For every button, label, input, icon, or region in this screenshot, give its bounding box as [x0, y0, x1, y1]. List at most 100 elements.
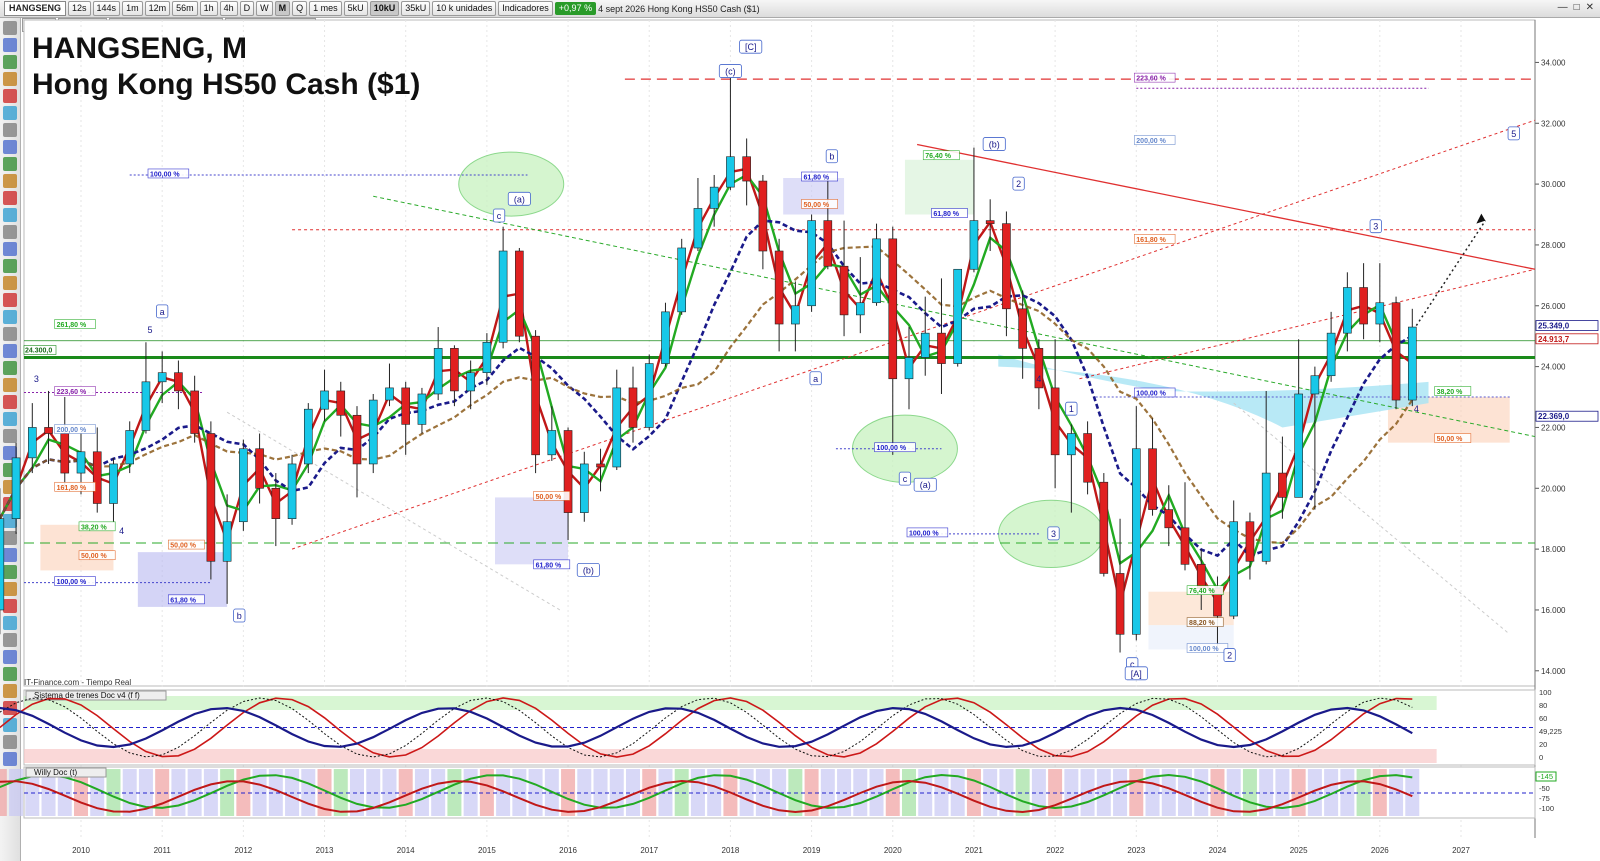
y-tick-label: 32.000 — [1541, 119, 1566, 128]
candle-body — [515, 250, 524, 337]
candle-body — [498, 250, 508, 343]
candle-body — [222, 521, 232, 562]
price-label: 24.913,7 — [1538, 335, 1570, 344]
candle-body — [1180, 527, 1190, 565]
candle-body — [628, 387, 638, 428]
candle-body — [644, 363, 654, 428]
candle-body — [953, 268, 963, 364]
candle-body — [1407, 326, 1417, 401]
fib-label: 50,00 % — [536, 494, 562, 501]
candle-body — [1375, 302, 1385, 325]
osc-tick-label: 0 — [1539, 753, 1543, 762]
candle-body — [320, 390, 329, 410]
wave-label: 4 — [119, 526, 124, 536]
candle-body — [596, 463, 605, 468]
fib-label: 88,20 % — [1189, 620, 1215, 627]
candle-body — [872, 238, 881, 304]
fib-label: 50,00 % — [1437, 436, 1463, 443]
x-tick-label: 2017 — [640, 846, 658, 855]
wave-label: 2 — [1016, 179, 1021, 189]
candle-body — [1326, 332, 1336, 377]
willy-value: -145 — [1538, 772, 1553, 781]
wave-label: 4 — [1036, 374, 1041, 384]
candle-body — [1245, 521, 1255, 562]
y-tick-label: 26.000 — [1541, 302, 1566, 311]
y-tick-label: 28.000 — [1541, 241, 1566, 250]
candle-body — [433, 348, 443, 395]
candle-body — [174, 372, 183, 392]
candle-body — [76, 451, 86, 474]
x-tick-label: 2020 — [884, 846, 902, 855]
candle-body — [693, 208, 703, 249]
candle-body — [482, 341, 492, 373]
fib-zone — [495, 497, 569, 565]
candle-body — [1148, 448, 1157, 510]
candle-body — [401, 387, 411, 425]
candle-body — [1131, 448, 1141, 635]
fib-label: 100,00 % — [150, 171, 180, 178]
candle-body — [1343, 287, 1352, 334]
candle-body — [579, 463, 589, 513]
fib-label: 261,80 % — [57, 322, 87, 329]
y-tick-label: 18.000 — [1541, 545, 1566, 554]
fib-label: 223,60 % — [1136, 76, 1166, 83]
candle-body — [417, 393, 427, 425]
panel-title: Willy Doc (t) — [34, 768, 77, 777]
candle-body — [141, 381, 151, 431]
candle-body — [109, 463, 118, 504]
candle-body — [271, 487, 281, 519]
wave-label: 4 — [1414, 404, 1419, 414]
candle-body — [1229, 521, 1239, 617]
y-tick-label: 14.000 — [1541, 667, 1566, 676]
wave-label: (a) — [920, 480, 931, 490]
candle-body — [677, 247, 687, 313]
price-label: 22.369,0 — [1538, 412, 1570, 421]
candle-body — [255, 448, 264, 489]
x-tick-label: 2024 — [1209, 846, 1227, 855]
candle-body — [1115, 573, 1125, 635]
fib-label: 61,80 % — [803, 175, 829, 182]
candle-body — [157, 372, 167, 383]
chart-title: HANGSENG, M — [32, 32, 248, 65]
wave-label: 1 — [1069, 404, 1074, 414]
osc-tick-label: 49,225 — [1539, 727, 1562, 736]
candle-body — [791, 305, 800, 325]
candle-body — [239, 448, 248, 523]
oversold-zone — [24, 749, 1437, 763]
candle-body — [726, 156, 735, 188]
candle-body — [450, 348, 459, 392]
fib-label: 200,00 % — [57, 427, 87, 434]
fib-zone — [783, 178, 845, 215]
fib-label: 61,80 % — [170, 597, 196, 604]
x-tick-label: 2025 — [1290, 846, 1308, 855]
fib-zone — [40, 524, 114, 571]
osc-tick-label: -50 — [1539, 784, 1550, 793]
x-tick-label: 2012 — [234, 846, 252, 855]
candle-body — [352, 414, 362, 465]
osc-tick-label: 100 — [1539, 688, 1552, 697]
candle-body — [888, 238, 898, 380]
x-tick-label: 2022 — [1046, 846, 1064, 855]
osc-tick-label: -75 — [1539, 794, 1550, 803]
candle-body — [1391, 302, 1401, 401]
candle-body — [27, 427, 37, 459]
y-tick-label: 22.000 — [1541, 423, 1566, 432]
candle-body — [1067, 433, 1076, 456]
candle-body — [904, 357, 914, 380]
candle-body — [1083, 433, 1092, 483]
candle-body — [190, 390, 199, 434]
fib-label: 100,00 % — [57, 579, 87, 586]
wave-label: b — [237, 611, 242, 621]
candle-body — [1164, 509, 1174, 529]
wave-label: c — [497, 211, 502, 221]
price-chart[interactable]: 14.000 16.000 18.000 20.000 22.000 24.000 26.0… — [0, 0, 1600, 861]
candle-body — [92, 451, 102, 504]
y-tick-label: 20.000 — [1541, 484, 1566, 493]
chart-subtitle: Hong Kong HS50 Cash ($1) — [32, 68, 421, 101]
candle-body — [758, 180, 768, 252]
candle-body — [1196, 564, 1206, 589]
osc-tick-label: -100 — [1539, 804, 1554, 813]
candle-body — [303, 408, 313, 465]
candle-body — [547, 430, 557, 456]
wave-label: c — [903, 474, 908, 484]
